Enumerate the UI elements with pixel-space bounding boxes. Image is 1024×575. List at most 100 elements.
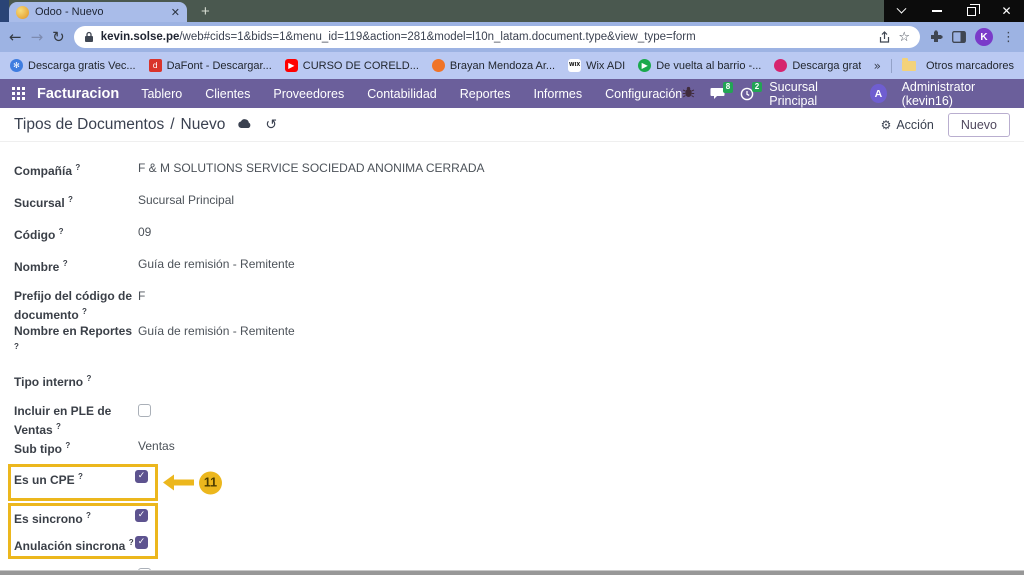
- fox-icon: [432, 59, 445, 72]
- side-panel-icon[interactable]: [952, 31, 966, 43]
- forward-icon[interactable]: →: [31, 30, 44, 45]
- help-mark: ?: [78, 472, 83, 481]
- bookmark-item[interactable]: Descarga gratis | Pu...: [774, 59, 860, 72]
- help-mark: ?: [65, 441, 70, 450]
- field-label: Prefijo del código de documento ?: [14, 288, 138, 323]
- bookmarks-overflow-icon[interactable]: »: [874, 59, 881, 73]
- field-label: Nombre en Reportes ?: [14, 323, 138, 358]
- field-value[interactable]: 09: [138, 224, 151, 243]
- tab-close-icon[interactable]: ✕: [171, 7, 180, 18]
- apps-grid-icon[interactable]: [12, 87, 25, 100]
- field-label: Sub tipo ?: [14, 438, 138, 457]
- field-value[interactable]: Sucursal Principal: [138, 192, 234, 211]
- minimize-button[interactable]: [919, 0, 954, 22]
- checkbox-checked[interactable]: ✓: [135, 470, 148, 483]
- reload-icon[interactable]: ↻: [52, 30, 65, 45]
- help-mark: ?: [86, 374, 91, 383]
- menu-item-reportes[interactable]: Reportes: [460, 87, 511, 101]
- bookmark-item[interactable]: ▶De vuelta al barrio -...: [638, 59, 761, 72]
- field-value[interactable]: Ventas: [138, 438, 175, 457]
- profile-avatar[interactable]: K: [975, 28, 993, 46]
- annotation-badge: 11: [199, 471, 222, 494]
- new-tab-button[interactable]: +: [201, 4, 210, 19]
- form-row: Nombre en Reportes ?Guía de remisión - R…: [14, 323, 1024, 358]
- dafont-icon: d: [149, 59, 162, 72]
- field-label: Tipo interno ?: [14, 371, 138, 390]
- bookmark-item[interactable]: ✻Descarga gratis Vec...: [10, 59, 136, 72]
- user-avatar[interactable]: A: [870, 84, 886, 103]
- close-button[interactable]: ✕: [989, 0, 1024, 22]
- debug-bug-icon[interactable]: [682, 86, 695, 101]
- url-text[interactable]: kevin.solse.pe/web#cids=1&bids=1&menu_id…: [101, 31, 872, 43]
- taskbar-edge: [0, 570, 1024, 575]
- breadcrumb-parent[interactable]: Tipos de Documentos: [14, 116, 164, 134]
- help-mark: ?: [82, 307, 87, 316]
- messages-badge: 8: [723, 82, 733, 93]
- odoo-navbar: Facturacion Tablero Clientes Proveedores Co…: [0, 79, 1024, 108]
- back-icon[interactable]: ←: [9, 30, 22, 45]
- window-frame-corner: [0, 0, 9, 22]
- field-value[interactable]: F: [138, 288, 145, 323]
- field-value[interactable]: Guía de remisión - Remitente: [138, 323, 295, 358]
- branch-selector[interactable]: Sucursal Principal: [769, 80, 855, 108]
- bookmark-item[interactable]: ▶CURSO DE CORELD...: [285, 59, 419, 72]
- save-cloud-icon[interactable]: [237, 116, 252, 134]
- bookmark-label: DaFont - Descargar...: [167, 60, 272, 72]
- bookmark-item[interactable]: WIXWix ADI: [568, 59, 625, 72]
- menu-item-clientes[interactable]: Clientes: [205, 87, 250, 101]
- new-button[interactable]: Nuevo: [948, 113, 1010, 137]
- browser-tab-strip: Odoo - Nuevo ✕ + ✕: [0, 0, 1024, 22]
- tab-search-icon[interactable]: [884, 0, 919, 22]
- activities-badge: 2: [752, 82, 762, 93]
- bookmark-item[interactable]: Brayan Mendoza Ar...: [432, 59, 555, 72]
- form-row: Compañía ?F & M SOLUTIONS SERVICE SOCIED…: [14, 160, 1024, 179]
- app-name[interactable]: Facturacion: [37, 86, 119, 102]
- action-label: Acción: [896, 118, 934, 132]
- url-domain: kevin.solse.pe: [101, 31, 180, 43]
- activities-clock-icon[interactable]: 2: [740, 87, 754, 101]
- breadcrumb-current: Nuevo: [181, 116, 226, 134]
- form-row: Código ?09: [14, 224, 1024, 243]
- drop-icon: [774, 59, 787, 72]
- field-value[interactable]: [138, 403, 151, 438]
- field-value[interactable]: Guía de remisión - Remitente: [138, 256, 295, 275]
- tab-title: Odoo - Nuevo: [35, 6, 165, 18]
- wix-icon: WIX: [568, 59, 581, 72]
- extensions-puzzle-icon[interactable]: [929, 30, 943, 44]
- form-row: Incluir en PLE de Ventas ?: [14, 403, 1024, 438]
- field-label: Sucursal ?: [14, 192, 138, 211]
- field-value[interactable]: ✓: [135, 508, 148, 527]
- menu-item-tablero[interactable]: Tablero: [141, 87, 182, 101]
- action-menu-button[interactable]: ⚙ Acción: [881, 118, 934, 132]
- form-row: Prefijo del código de documento ?F: [14, 288, 1024, 323]
- annotation-arrow-icon: [163, 475, 174, 491]
- field-value[interactable]: ✓: [135, 469, 148, 488]
- checkbox-checked[interactable]: ✓: [135, 536, 148, 549]
- browser-tab[interactable]: Odoo - Nuevo ✕: [9, 2, 187, 22]
- messages-bubble-icon[interactable]: 8: [710, 87, 725, 100]
- menu-dots-icon[interactable]: ⋮: [1002, 30, 1015, 45]
- menu-item-proveedores[interactable]: Proveedores: [273, 87, 344, 101]
- bookmark-star-icon[interactable]: ☆: [898, 30, 910, 45]
- field-label: Nombre ?: [14, 256, 138, 275]
- menu-item-informes[interactable]: Informes: [533, 87, 582, 101]
- other-bookmarks-label[interactable]: Otros marcadores: [926, 60, 1014, 72]
- help-mark: ?: [63, 259, 68, 268]
- menu-item-configuración[interactable]: Configuración: [605, 87, 682, 101]
- checkbox-checked[interactable]: ✓: [135, 509, 148, 522]
- help-mark: ?: [59, 227, 64, 236]
- menu-item-contabilidad[interactable]: Contabilidad: [367, 87, 437, 101]
- user-menu[interactable]: Administrator (kevin16): [902, 80, 1012, 108]
- navbar-right: 8 2 Sucursal Principal A Administrator (…: [682, 80, 1012, 108]
- address-bar[interactable]: kevin.solse.pe/web#cids=1&bids=1&menu_id…: [74, 26, 920, 48]
- vecteezy-icon: ✻: [10, 59, 23, 72]
- restore-button[interactable]: [954, 0, 989, 22]
- checkbox-unchecked[interactable]: [138, 404, 151, 417]
- field-value[interactable]: F & M SOLUTIONS SERVICE SOCIEDAD ANONIMA…: [138, 160, 485, 179]
- share-icon[interactable]: [878, 31, 891, 44]
- bookmark-item[interactable]: d DaFont - Descargar...: [149, 59, 272, 72]
- field-label: Es sincrono ?: [14, 508, 135, 527]
- field-value[interactable]: ✓: [135, 535, 148, 554]
- discard-undo-icon[interactable]: ↺: [265, 118, 277, 132]
- annotation: 11: [163, 471, 222, 494]
